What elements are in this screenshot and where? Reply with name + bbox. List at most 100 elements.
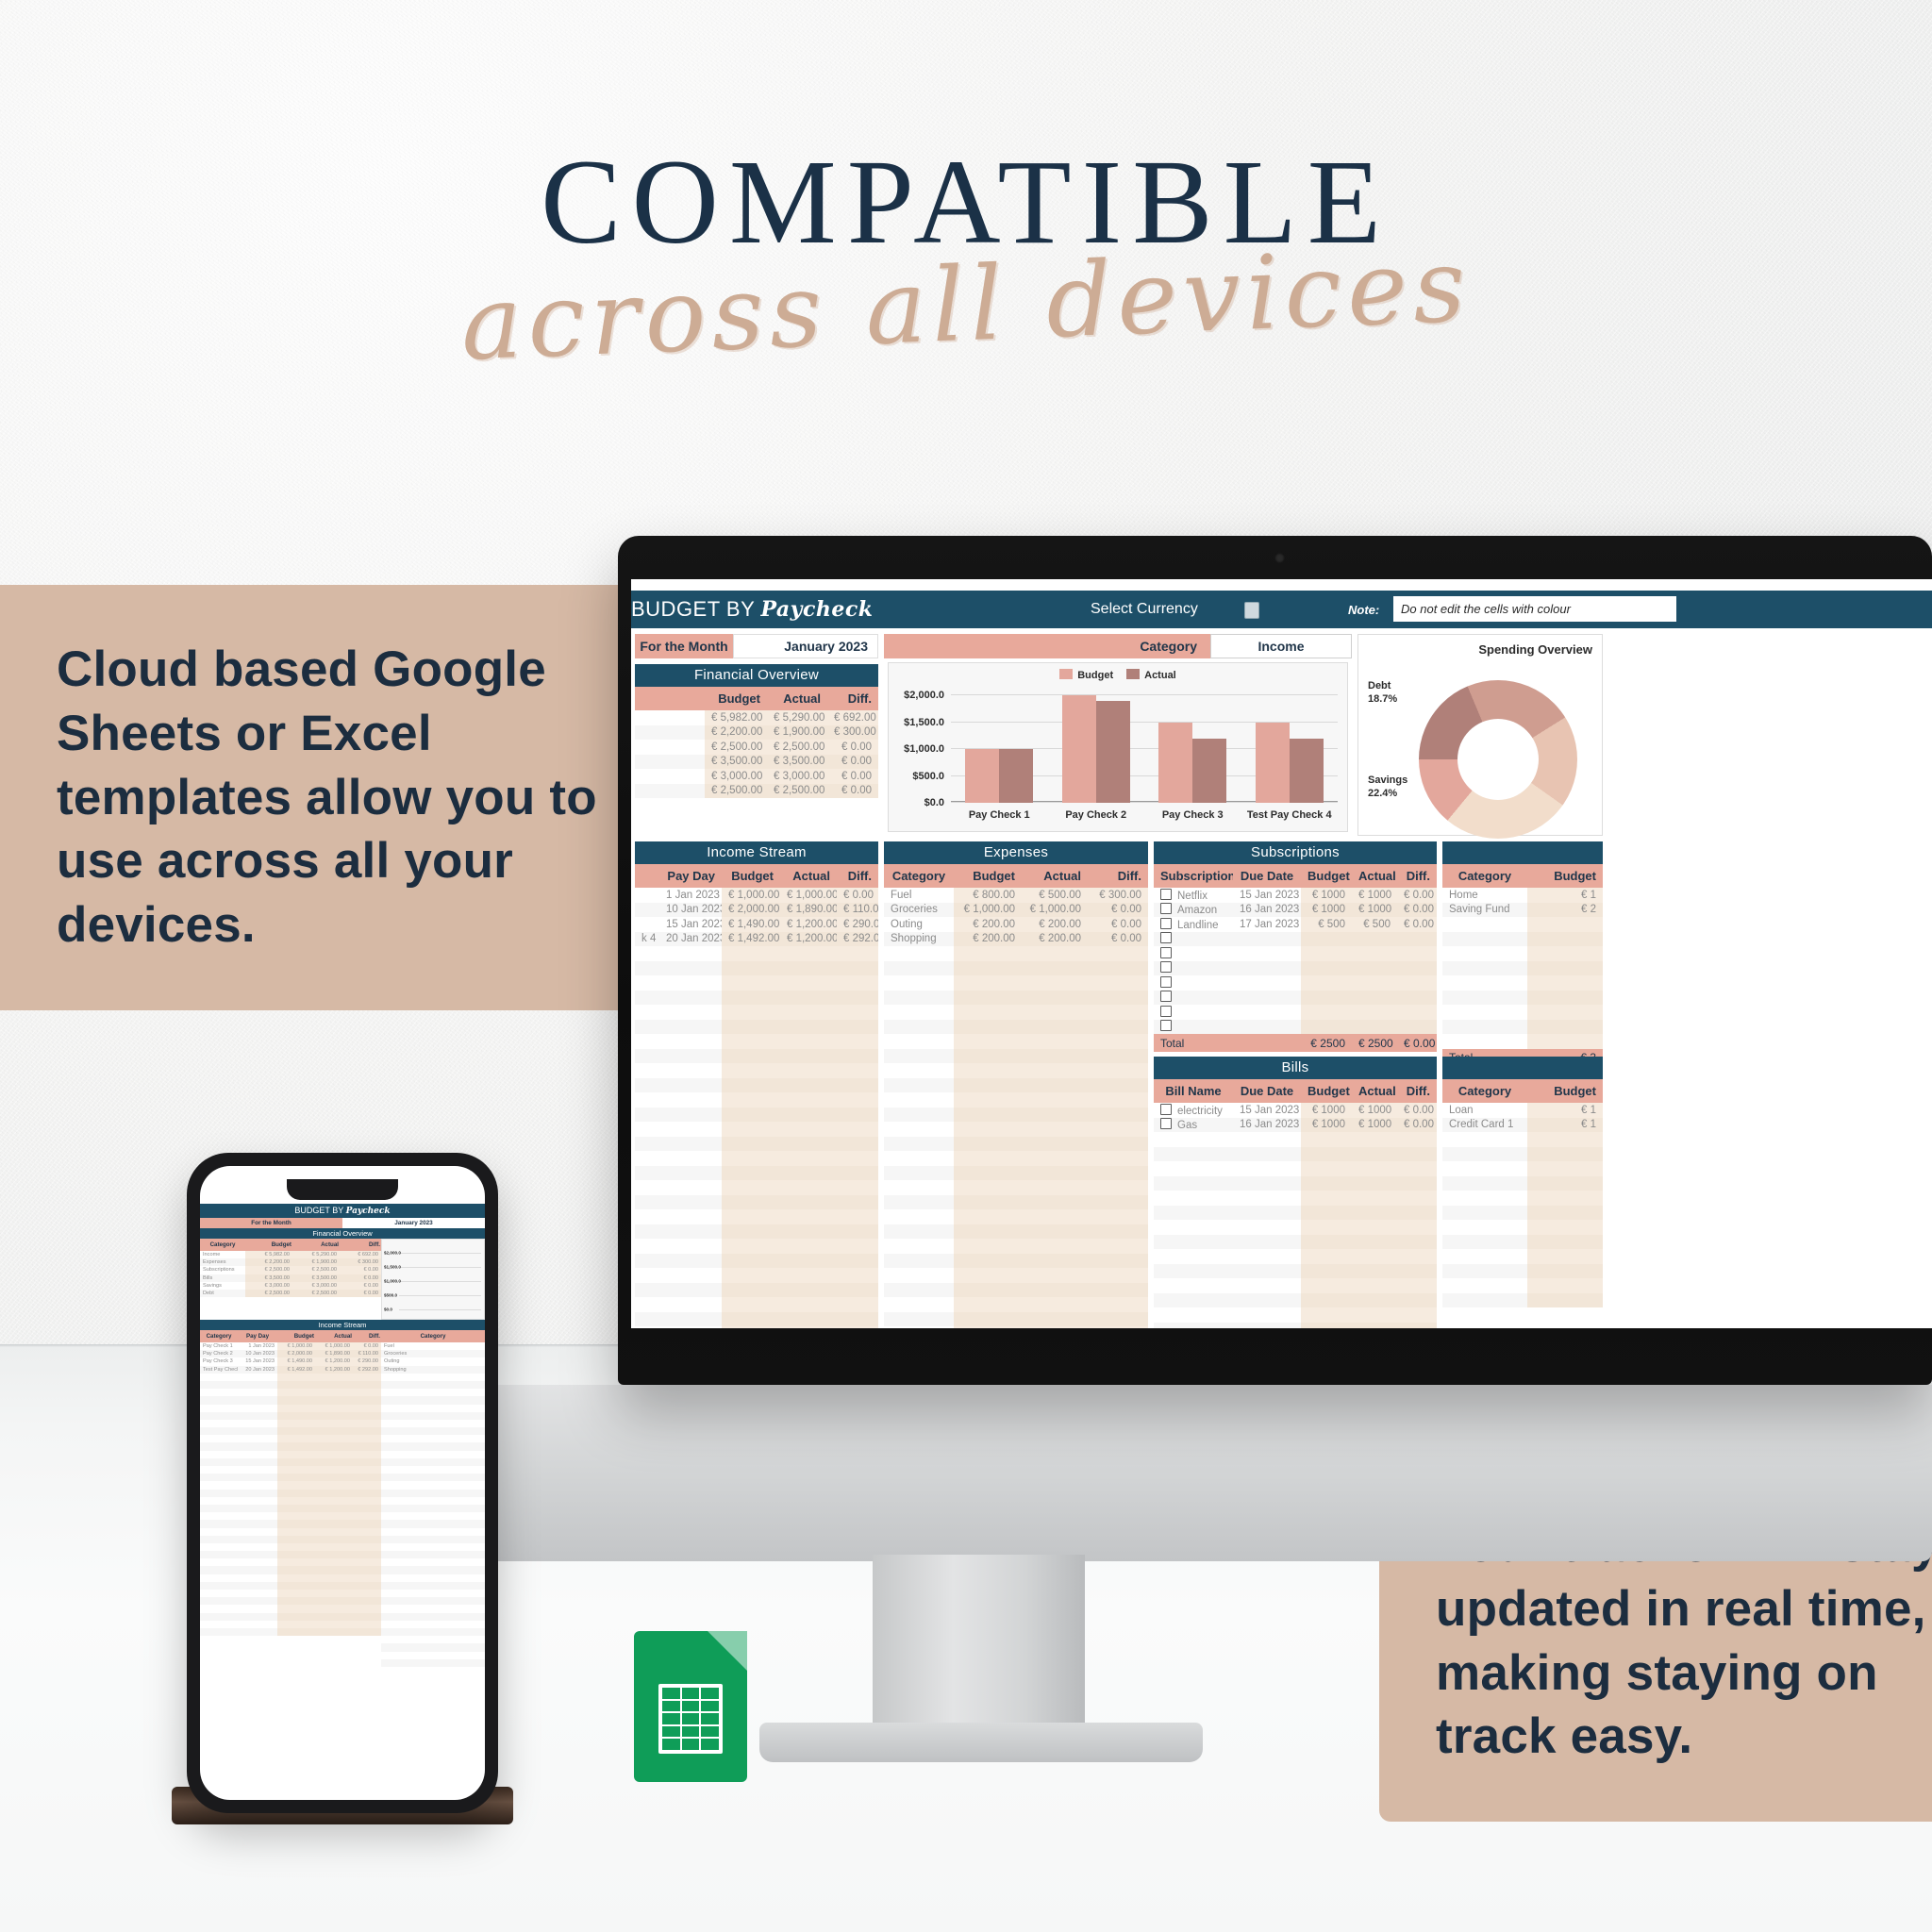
empty-row[interactable]	[200, 1566, 381, 1574]
phone-month-row[interactable]: For the Month January 2023	[200, 1218, 485, 1228]
empty-row[interactable]	[200, 1520, 381, 1528]
empty-row[interactable]	[381, 1597, 485, 1606]
select-currency-label[interactable]: Select Currency	[1091, 601, 1198, 618]
table-cell[interactable]: € 692.00	[340, 1251, 381, 1259]
empty-row[interactable]	[381, 1489, 485, 1497]
table-row[interactable]	[1442, 1292, 1603, 1307]
empty-row[interactable]	[381, 1466, 485, 1474]
table-cell[interactable]: € 1000	[1352, 888, 1397, 903]
table-cell[interactable]	[1527, 1205, 1603, 1220]
empty-row[interactable]	[635, 1063, 878, 1078]
table-cell[interactable]	[1301, 975, 1352, 991]
table-cell[interactable]: € 5,290.00	[292, 1251, 340, 1259]
empty-row[interactable]	[381, 1551, 485, 1559]
empty-row[interactable]	[381, 1643, 485, 1652]
empty-row[interactable]	[381, 1590, 485, 1598]
table-row[interactable]	[1442, 990, 1603, 1005]
table-cell[interactable]	[1442, 1175, 1527, 1191]
table-row[interactable]	[1154, 931, 1437, 946]
empty-row[interactable]	[884, 975, 1148, 991]
table-cell[interactable]	[1442, 931, 1527, 946]
empty-row[interactable]	[884, 1194, 1148, 1209]
table-cell[interactable]: € 1,200.00	[780, 917, 837, 932]
empty-row[interactable]	[635, 1239, 878, 1254]
table-row[interactable]	[1442, 1146, 1603, 1161]
empty-row[interactable]	[1154, 1175, 1437, 1191]
table-cell[interactable]: € 2500	[1352, 1034, 1397, 1052]
table-cell[interactable]: € 0.00	[1088, 931, 1148, 946]
table-cell[interactable]: Subscriptions	[200, 1266, 245, 1274]
table-row[interactable]	[1442, 1019, 1603, 1034]
table-cell[interactable]: € 0.00	[1088, 917, 1148, 932]
empty-row[interactable]	[381, 1474, 485, 1482]
table-row[interactable]: Bills € 3,500.00 € 3,500.00 € 0.00	[200, 1274, 381, 1282]
table-cell[interactable]: € 1	[1527, 1117, 1603, 1132]
table-row[interactable]	[1442, 1175, 1603, 1191]
table-row[interactable]: Groceries	[381, 1350, 485, 1358]
table-cell[interactable]: € 290.00	[837, 917, 878, 932]
table-cell[interactable]	[1527, 1191, 1603, 1206]
table-cell[interactable]: Expenses	[200, 1258, 245, 1267]
table-cell[interactable]	[1442, 1034, 1527, 1049]
table-cell[interactable]: Savings	[200, 1282, 245, 1290]
empty-row[interactable]	[200, 1404, 381, 1412]
empty-row[interactable]	[200, 1411, 381, 1420]
empty-row[interactable]	[884, 1224, 1148, 1239]
empty-row[interactable]	[381, 1450, 485, 1458]
table-cell[interactable]	[1527, 946, 1603, 961]
table-cell[interactable]: € 1000	[1352, 902, 1397, 917]
table-cell[interactable]	[1442, 990, 1527, 1005]
empty-row[interactable]	[635, 1019, 878, 1034]
empty-row[interactable]	[1154, 1220, 1437, 1235]
table-cell[interactable]	[1527, 1278, 1603, 1293]
table-cell[interactable]: € 5,982.00	[245, 1251, 292, 1259]
table-cell[interactable]: € 500	[1352, 917, 1397, 932]
table-cell[interactable]	[1233, 1034, 1301, 1052]
table-cell[interactable]: € 0.00	[1088, 902, 1148, 917]
tab-income[interactable]: Income	[1210, 634, 1352, 658]
table-cell[interactable]: € 3,000.00	[292, 1281, 340, 1290]
table-cell[interactable]: € 1,200.00	[780, 931, 837, 946]
empty-row[interactable]	[1154, 1278, 1437, 1293]
table-cell[interactable]: € 2,500.00	[245, 1289, 292, 1298]
table-cell[interactable]: € 1000	[1352, 1103, 1397, 1118]
table-row[interactable]	[1442, 1034, 1603, 1049]
empty-row[interactable]	[884, 946, 1148, 961]
checkbox[interactable]	[1160, 975, 1172, 988]
empty-row[interactable]	[381, 1435, 485, 1443]
table-row[interactable]: € 2,500.00 € 2,500.00 € 0.00	[635, 740, 878, 755]
table-cell[interactable]	[1527, 1249, 1603, 1264]
table-row[interactable]	[1442, 1205, 1603, 1220]
table-cell[interactable]: € 1,000.00	[780, 888, 837, 903]
table-cell[interactable]: € 3,500.00	[767, 754, 827, 769]
table-cell[interactable]	[635, 769, 705, 784]
table-row[interactable]	[1442, 1249, 1603, 1264]
table-row[interactable]: Groceries € 1,000.00 € 1,000.00 € 0.00	[884, 902, 1148, 917]
empty-row[interactable]	[381, 1527, 485, 1536]
table-cell[interactable]	[1397, 990, 1437, 1005]
empty-row[interactable]	[381, 1558, 485, 1567]
table-cell[interactable]: € 200.00	[954, 931, 1022, 946]
table-cell[interactable]	[1397, 931, 1437, 946]
table-cell[interactable]	[1527, 1263, 1603, 1278]
table-cell[interactable]: electricity	[1154, 1103, 1233, 1118]
table-cell[interactable]: € 2	[1527, 902, 1603, 917]
empty-row[interactable]	[635, 1034, 878, 1049]
table-row[interactable]: Fuel	[381, 1342, 485, 1350]
table-cell[interactable]	[1527, 1005, 1603, 1020]
table-row[interactable]: 1 Jan 2023 € 1,000.00 € 1,000.00 € 0.00	[635, 888, 878, 903]
table-cell[interactable]	[1442, 1191, 1527, 1206]
empty-row[interactable]	[381, 1520, 485, 1528]
empty-row[interactable]	[200, 1389, 381, 1397]
month-row[interactable]: For the Month January 2023	[635, 634, 878, 658]
checkbox[interactable]	[1160, 1005, 1172, 1017]
empty-row[interactable]	[884, 1239, 1148, 1254]
empty-row[interactable]	[635, 1136, 878, 1151]
table-cell[interactable]	[1233, 931, 1301, 946]
table-row[interactable]	[1442, 1191, 1603, 1206]
table-cell[interactable]: Outing	[381, 1357, 485, 1365]
empty-row[interactable]	[635, 1151, 878, 1166]
table-cell[interactable]: € 500	[1301, 917, 1352, 932]
currency-dropdown-icon[interactable]	[1244, 602, 1259, 619]
empty-row[interactable]	[635, 1209, 878, 1224]
